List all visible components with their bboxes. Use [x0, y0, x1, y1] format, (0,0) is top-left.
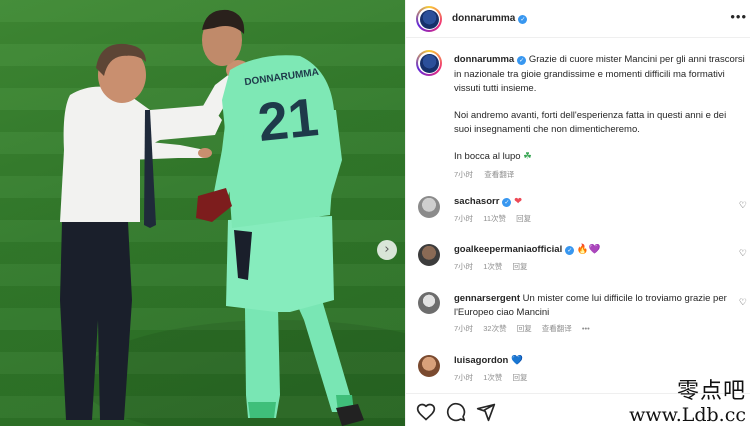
comment-likes[interactable]: 32次赞 — [483, 324, 506, 333]
caption-meta: 7小时 查看翻译 — [454, 168, 746, 183]
author-avatar[interactable] — [416, 6, 442, 32]
comment-bubble-icon[interactable] — [446, 402, 466, 422]
comment-time: 7小时 — [454, 372, 474, 382]
site-watermark: 零点吧 www.Ldb.cc — [629, 380, 746, 426]
commenter-username[interactable]: sachasorr — [454, 196, 499, 207]
comment-time: 7小时 — [454, 324, 474, 333]
commenter-username[interactable]: goalkeepermaniaofficial — [454, 244, 562, 255]
comment-likes[interactable]: 11次赞 — [483, 214, 506, 223]
caption-text-2: Noi andremo avanti, forti dell'esperienz… — [454, 109, 727, 136]
share-send-icon[interactable] — [476, 402, 496, 422]
comment-reply-button[interactable]: 回复 — [517, 324, 532, 333]
author-username-text[interactable]: donnarumma — [452, 13, 515, 24]
photo-illustration: 21 DONNARUMMA — [60, 9, 405, 426]
comment-reply-button[interactable]: 回复 — [513, 262, 528, 271]
post-header: donnarumma ✓ ••• — [406, 0, 750, 38]
comment-like-icon[interactable]: ♡ — [739, 200, 747, 211]
caption-username[interactable]: donnarumma — [454, 54, 514, 65]
post-photo[interactable]: 21 DONNARUMMA › — [0, 0, 405, 426]
caption-avatar[interactable] — [416, 50, 442, 76]
commenter-avatar[interactable] — [418, 196, 440, 218]
commenter-avatar[interactable] — [418, 244, 440, 266]
watermark-line2: www.Ldb.cc — [629, 404, 746, 426]
comment-likes[interactable]: 1次赞 — [483, 373, 502, 382]
comment-reply-button[interactable]: 回复 — [513, 373, 528, 382]
caption-time: 7小时 — [454, 170, 474, 179]
like-heart-icon[interactable] — [416, 402, 436, 422]
more-options-icon[interactable]: ••• — [730, 9, 747, 24]
commenter-username[interactable]: gennarsergent — [454, 293, 520, 304]
comment-time: 7小时 — [454, 261, 474, 271]
watermark-line1: 零点吧 — [676, 379, 746, 404]
post-sidebar: donnarumma ✓ ••• donnarumma ✓ Grazie di cu… — [405, 0, 750, 426]
next-photo-button[interactable]: › — [377, 240, 397, 260]
comment-more-icon[interactable]: ••• — [582, 324, 590, 333]
comment-emoji: ❤ — [514, 196, 523, 207]
jersey-number: 21 — [255, 87, 321, 153]
commenter-avatar[interactable] — [418, 292, 440, 314]
comment-translate-button[interactable]: 查看翻译 — [542, 324, 572, 333]
comment-emoji: 💙 — [511, 355, 523, 366]
verified-badge-icon: ✓ — [518, 15, 528, 24]
verified-badge-icon: ✓ — [565, 246, 575, 255]
post-caption: donnarumma ✓ Grazie di cuore mister Manci… — [454, 53, 746, 183]
caption-translate-button[interactable]: 查看翻译 — [484, 170, 514, 179]
comment-like-icon[interactable]: ♡ — [739, 297, 747, 308]
comment-time: 7小时 — [454, 213, 474, 223]
caption-text-3: In bocca al lupo — [454, 150, 521, 162]
author-username[interactable]: donnarumma ✓ — [452, 13, 528, 24]
comment-reply-button[interactable]: 回复 — [516, 214, 531, 223]
verified-badge-icon: ✓ — [502, 198, 512, 207]
comment-likes[interactable]: 1次赞 — [483, 262, 502, 271]
comment-emoji: 🔥💜 — [576, 244, 601, 255]
verified-badge-icon: ✓ — [517, 56, 527, 65]
commenter-username[interactable]: luisagordon — [454, 355, 508, 366]
clover-emoji: ☘ — [523, 150, 532, 162]
comment-like-icon[interactable]: ♡ — [739, 248, 747, 259]
commenter-avatar[interactable] — [418, 355, 440, 377]
